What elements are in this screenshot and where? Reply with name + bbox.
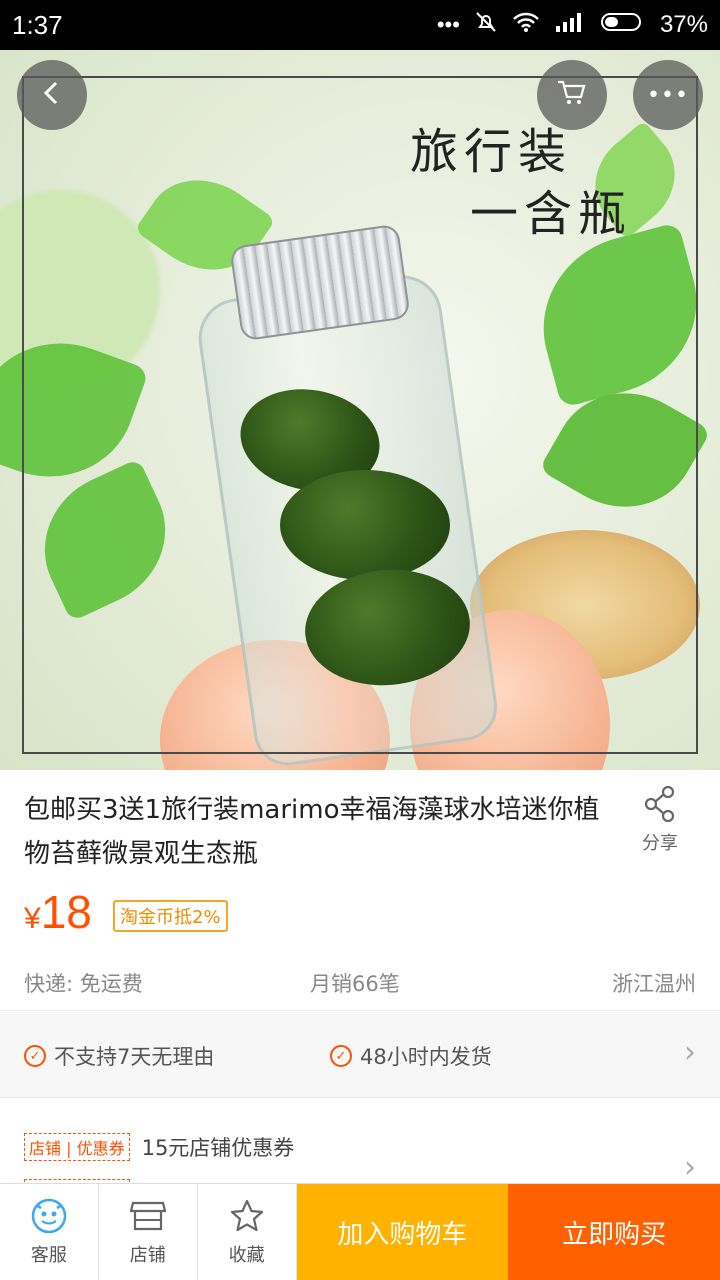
back-button[interactable]: [17, 60, 87, 130]
coupon-row: 店铺 | 优惠券 15元店铺优惠券: [24, 1132, 294, 1162]
more-icon: •••: [647, 82, 689, 108]
bell-mute-icon: [474, 10, 498, 40]
chevron-right-icon: ›: [684, 1035, 696, 1070]
check-circle-icon: ✓: [330, 1045, 352, 1067]
star-icon: [228, 1197, 266, 1235]
cart-button[interactable]: [537, 60, 607, 130]
product-image[interactable]: 旅行装 一含瓶 •••: [0, 50, 720, 770]
currency-symbol: ¥: [24, 902, 41, 935]
cart-icon: [556, 79, 588, 111]
overlay-text-line2: 一含瓶: [470, 186, 633, 242]
coupon-section[interactable]: 店铺 | 优惠券 15元店铺优惠券 店铺 | 优惠券 5元店铺优惠券 ›: [0, 1098, 720, 1188]
bottom-action-bar: 客服 店铺 收藏 加入购物车 立即购买: [0, 1183, 720, 1280]
back-icon: [38, 79, 66, 111]
share-label: 分享: [642, 833, 678, 854]
guarantee-item: ✓ 48小时内发货: [330, 1041, 492, 1071]
shop-button[interactable]: 店铺: [99, 1184, 198, 1280]
share-button[interactable]: 分享: [620, 784, 700, 855]
add-to-cart-button[interactable]: 加入购物车: [296, 1184, 509, 1280]
favorite-button[interactable]: 收藏: [198, 1184, 297, 1280]
battery-icon: [600, 11, 646, 39]
product-title: 包邮买3送1旅行装marimo幸福海藻球水培迷你植物苔藓微景观生态瓶: [24, 795, 600, 869]
signal-icon: [554, 11, 586, 39]
ship-location: 浙江温州: [612, 972, 696, 996]
customer-service-button[interactable]: 客服: [0, 1184, 99, 1280]
battery-percent: 37%: [659, 11, 708, 38]
service-guarantees[interactable]: ✓ 不支持7天无理由 ✓ 48小时内发货 ›: [0, 1010, 720, 1098]
product-info: 包邮买3送1旅行装marimo幸福海藻球水培迷你植物苔藓微景观生态瓶 分享 ¥1…: [0, 770, 720, 1010]
chat-face-icon: [30, 1197, 68, 1235]
coupon-tag: 店铺 | 优惠券: [24, 1133, 130, 1161]
shipping-info: 快递: 免运费: [24, 972, 143, 996]
coupon-text: 15元店铺优惠券: [141, 1136, 295, 1160]
price: ¥18: [24, 885, 92, 939]
overlay-text-line1: 旅行装: [410, 124, 573, 180]
status-time: 1:37: [12, 9, 63, 40]
customer-service-label: 客服: [30, 1245, 67, 1266]
guarantee-item: ✓ 不支持7天无理由: [24, 1041, 214, 1071]
more-dots-icon: •••: [436, 12, 460, 37]
buy-now-button[interactable]: 立即购买: [508, 1184, 720, 1280]
more-button[interactable]: •••: [633, 60, 703, 130]
store-icon: [129, 1197, 167, 1235]
status-bar: 1:37 ••• 37%: [0, 0, 720, 50]
price-value: 18: [40, 886, 92, 938]
wifi-icon: [512, 11, 540, 39]
coin-discount-badge: 淘金币抵2%: [113, 900, 228, 932]
monthly-sales: 月销66笔: [310, 972, 400, 996]
check-circle-icon: ✓: [24, 1045, 46, 1067]
favorite-label: 收藏: [228, 1245, 265, 1266]
share-icon: [620, 784, 700, 829]
shop-label: 店铺: [129, 1245, 166, 1266]
chevron-right-icon: ›: [684, 1150, 696, 1185]
